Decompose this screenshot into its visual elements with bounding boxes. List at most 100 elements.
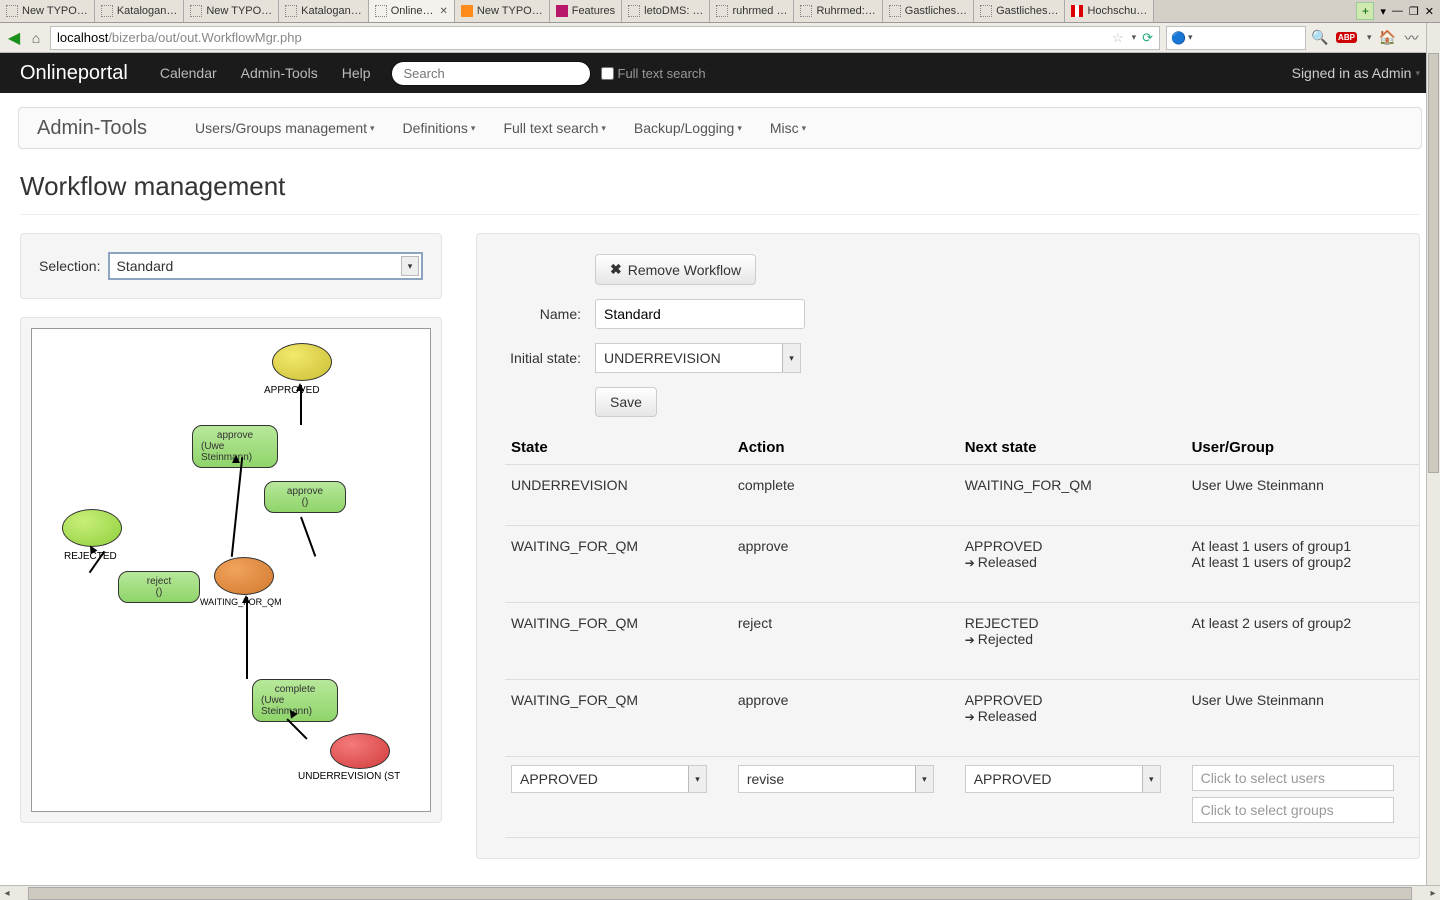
cell-state: WAITING_FOR_QM (505, 603, 732, 680)
favicon-generic-icon (628, 5, 640, 17)
home-icon[interactable]: 🏠 (1379, 30, 1395, 46)
chevron-down-icon[interactable]: ▾ (1367, 32, 1372, 43)
workflow-selection[interactable]: Standard ▾ (108, 252, 423, 280)
vertical-scrollbar[interactable] (1426, 23, 1440, 885)
address-bar: ◀ ⌂ localhost/bizerba/out/out.WorkflowMg… (0, 23, 1440, 53)
nav-help[interactable]: Help (330, 65, 383, 81)
nav-calendar[interactable]: Calendar (148, 65, 229, 81)
browser-tab[interactable]: Hochschu… (1065, 0, 1154, 22)
admin-backup[interactable]: Backup/Logging▾ (634, 120, 742, 136)
node-reject: reject() (118, 571, 200, 603)
new-next-state-select[interactable]: APPROVED▾ (965, 765, 1161, 793)
fulltext-checkbox-input[interactable] (601, 67, 614, 80)
search-engine-field[interactable]: 🔵▾ (1166, 26, 1306, 50)
nav-admin-tools[interactable]: Admin-Tools (229, 65, 330, 81)
admin-definitions[interactable]: Definitions▾ (403, 120, 476, 136)
favicon-generic-icon (375, 5, 387, 17)
arrow-right-icon: ➔ (965, 633, 975, 647)
admin-fulltext[interactable]: Full text search▾ (503, 120, 605, 136)
table-row: WAITING_FOR_QMapproveAPPROVED➔ReleasedUs… (505, 680, 1419, 757)
chevron-down-icon: ▾ (737, 123, 742, 134)
new-transition-row: APPROVED▾ revise▾ APPROVED▾ Click to sel… (505, 757, 1419, 838)
search-engine-icon: 🔵 (1171, 31, 1186, 45)
admin-users-groups[interactable]: Users/Groups management▾ (195, 120, 375, 136)
browser-tab-active[interactable]: Online…✕ (369, 0, 455, 22)
tab-list-dropdown[interactable]: ▾ (1380, 5, 1386, 18)
name-input[interactable] (595, 299, 805, 329)
cell-state: UNDERREVISION (505, 465, 732, 526)
window-close-icon[interactable]: ✕ (1425, 5, 1434, 18)
browser-tab[interactable]: Gastliches… (974, 0, 1065, 22)
browser-tab[interactable]: Features (550, 0, 622, 22)
chevron-down-icon: ▾ (471, 123, 476, 134)
favicon-generic-icon (190, 5, 202, 17)
adblock-icon[interactable]: ABP (1336, 32, 1357, 43)
browser-tab[interactable]: New TYPO… (184, 0, 279, 22)
brand[interactable]: Onlineportal (20, 62, 128, 85)
scrollbar-thumb[interactable] (1428, 53, 1439, 473)
node-underrevision-label: UNDERREVISION (ST (298, 771, 400, 782)
horizontal-scrollbar[interactable]: ◂ ▸ (0, 885, 1440, 900)
cell-user-group: User Uwe Steinmann (1186, 465, 1419, 526)
save-button[interactable]: Save (595, 387, 657, 417)
remove-workflow-button[interactable]: ✖ Remove Workflow (595, 254, 756, 285)
scroll-left-icon[interactable]: ◂ (0, 888, 14, 899)
browser-tab[interactable]: Katalogan… (279, 0, 369, 22)
arrow-right-icon: ➔ (965, 556, 975, 570)
node-approve-empty: approve() (264, 481, 346, 513)
workflow-selection-value: Standard (116, 258, 173, 274)
cell-next-state: APPROVED➔Released (959, 526, 1186, 603)
reload-icon[interactable]: ⟳ (1142, 30, 1153, 46)
new-tab-button[interactable]: + (1356, 2, 1374, 20)
initial-state-select[interactable]: UNDERREVISION ▾ (595, 343, 801, 373)
favicon-generic-icon (889, 5, 901, 17)
transitions-table: State Action Next state User/Group UNDER… (505, 431, 1419, 838)
chevron-down-icon[interactable]: ▾ (1188, 32, 1193, 43)
reader-icon[interactable]: 🔍 (1312, 30, 1328, 46)
new-state-select[interactable]: APPROVED▾ (511, 765, 707, 793)
chevron-down-icon[interactable]: ▾ (1132, 32, 1137, 43)
initial-state-label: Initial state: (505, 350, 581, 366)
window-minimize-icon[interactable]: — (1392, 5, 1403, 17)
sync-icon[interactable]: 〰 (1403, 30, 1419, 46)
identity-icon[interactable]: ⌂ (28, 30, 44, 46)
chevron-down-icon: ▾ (915, 766, 933, 792)
browser-tab[interactable]: New TYPO… (455, 0, 550, 22)
browser-tab[interactable]: letoDMS: … (622, 0, 710, 22)
signed-in-menu[interactable]: Signed in as Admin▾ (1292, 65, 1420, 81)
scrollbar-thumb[interactable] (28, 887, 1412, 900)
node-approved (272, 343, 332, 381)
new-groups-select[interactable]: Click to select groups (1192, 797, 1394, 823)
cell-state: WAITING_FOR_QM (505, 526, 732, 603)
new-action-select[interactable]: revise▾ (738, 765, 934, 793)
search-input[interactable] (391, 61, 591, 86)
top-navbar: Onlineportal Calendar Admin-Tools Help F… (0, 53, 1440, 93)
arrow-right-icon: ➔ (965, 710, 975, 724)
table-row: WAITING_FOR_QMrejectREJECTED➔RejectedAt … (505, 603, 1419, 680)
star-icon[interactable]: ☆ (1112, 30, 1124, 46)
scroll-right-icon[interactable]: ▸ (1426, 888, 1440, 899)
divider (20, 214, 1420, 215)
fulltext-label: Full text search (618, 66, 706, 81)
browser-tab[interactable]: New TYPO… (0, 0, 95, 22)
fulltext-checkbox[interactable]: Full text search (601, 66, 706, 81)
browser-tab[interactable]: Ruhrmed:… (794, 0, 882, 22)
browser-tab[interactable]: Gastliches… (883, 0, 974, 22)
node-rejected (62, 509, 122, 547)
page-title: Workflow management (20, 171, 1420, 202)
favicon-generic-icon (285, 5, 297, 17)
cell-next-state: REJECTED➔Rejected (959, 603, 1186, 680)
window-maximize-icon[interactable]: ❐ (1409, 5, 1419, 18)
browser-tab[interactable]: Katalogan… (95, 0, 185, 22)
new-users-select[interactable]: Click to select users (1192, 765, 1394, 791)
back-button[interactable]: ◀ (6, 30, 22, 46)
cell-action: complete (732, 465, 959, 526)
admin-toolbar-title: Admin-Tools (37, 117, 147, 140)
admin-misc[interactable]: Misc▾ (770, 120, 806, 136)
node-underrevision (330, 733, 390, 769)
close-icon[interactable]: ✕ (440, 6, 448, 17)
cell-user-group: At least 1 users of group1At least 1 use… (1186, 526, 1419, 603)
favicon-generic-icon (980, 5, 992, 17)
browser-tab[interactable]: ruhrmed … (710, 0, 794, 22)
url-input[interactable]: localhost/bizerba/out/out.WorkflowMgr.ph… (50, 26, 1160, 50)
